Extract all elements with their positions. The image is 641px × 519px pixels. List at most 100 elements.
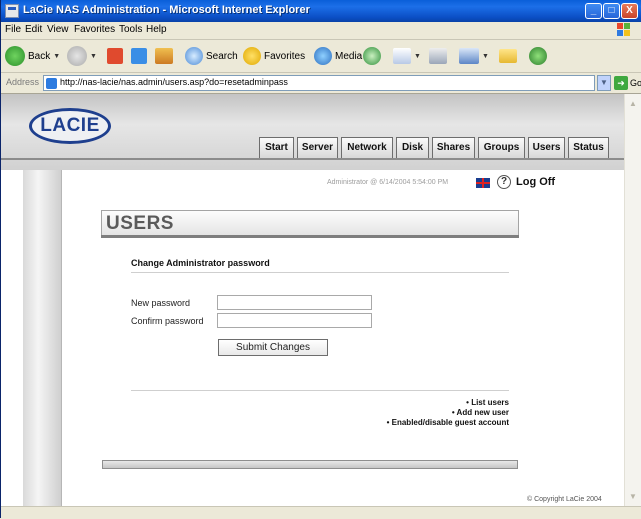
favorites-button[interactable]: Favorites	[243, 45, 305, 67]
search-button[interactable]: Search	[185, 45, 238, 67]
back-icon	[5, 46, 25, 66]
admin-status-text: Administrator @ 6/14/2004 5:54:00 PM	[327, 179, 449, 186]
help-icon[interactable]: ?	[497, 175, 511, 189]
tab-status[interactable]: Status	[568, 137, 609, 158]
log-off-link[interactable]: Log Off	[516, 176, 555, 188]
section-header: USERS	[101, 210, 519, 238]
forward-button[interactable]: ▼	[67, 45, 97, 67]
menu-help[interactable]: Help	[146, 24, 167, 35]
edit-button[interactable]: ▼	[459, 45, 489, 67]
messenger-button[interactable]	[529, 45, 547, 67]
minimize-button[interactable]: _	[585, 3, 602, 19]
maximize-button[interactable]: □	[603, 3, 620, 19]
go-button[interactable]: ➜ Go	[614, 75, 641, 91]
tab-disk[interactable]: Disk	[396, 137, 429, 158]
divider	[131, 390, 509, 391]
folder-icon	[499, 49, 517, 63]
back-button[interactable]: Back ▼	[5, 45, 60, 67]
tab-users[interactable]: Users	[528, 137, 565, 158]
ie-page-icon	[5, 4, 19, 18]
status-bar	[1, 506, 641, 519]
menu-favorites[interactable]: Favorites	[74, 24, 115, 35]
menu-edit[interactable]: Edit	[25, 24, 42, 35]
new-password-field[interactable]	[217, 295, 372, 310]
title-bar: LaCie NAS Administration - Microsoft Int…	[1, 0, 641, 22]
address-input[interactable]	[60, 77, 560, 87]
stop-button[interactable]	[107, 45, 123, 67]
page-viewport: LACIE Start Server Network Disk Shares G…	[1, 94, 624, 506]
folder-button[interactable]	[499, 45, 517, 67]
scroll-down-arrow-icon[interactable]: ▼	[626, 489, 640, 504]
media-label: Media	[335, 50, 363, 62]
go-label: Go	[630, 78, 641, 88]
edit-icon	[459, 48, 479, 64]
address-box	[43, 75, 595, 91]
scroll-up-arrow-icon[interactable]: ▲	[626, 96, 640, 111]
section-underline	[101, 235, 519, 238]
left-sidebar-strip	[23, 170, 62, 506]
submit-changes-button[interactable]: Submit Changes	[218, 339, 328, 356]
go-arrow-icon: ➜	[614, 76, 628, 90]
tab-shares[interactable]: Shares	[432, 137, 475, 158]
history-button[interactable]	[363, 45, 381, 67]
confirm-password-field[interactable]	[217, 313, 372, 328]
browser-window: LaCie NAS Administration - Microsoft Int…	[0, 0, 641, 519]
tab-groups[interactable]: Groups	[478, 137, 525, 158]
windows-logo-icon	[617, 23, 631, 37]
chevron-down-icon: ▼	[414, 52, 421, 60]
uk-flag-icon[interactable]	[476, 178, 490, 188]
confirm-password-label: Confirm password	[131, 316, 204, 326]
menu-bar: File Edit View Favorites Tools Help	[1, 22, 641, 40]
favorites-label: Favorites	[264, 50, 306, 62]
media-icon	[314, 47, 332, 65]
favorites-icon	[243, 47, 261, 65]
tab-network[interactable]: Network	[341, 137, 393, 158]
site-header: LACIE Start Server Network Disk Shares G…	[1, 94, 624, 170]
guest-account-link[interactable]: • Enabled/disable guest account	[301, 418, 509, 428]
tabs-divider	[1, 158, 624, 160]
menu-tools[interactable]: Tools	[119, 24, 142, 35]
address-dropdown-button[interactable]: ▼	[597, 75, 611, 91]
window-title: LaCie NAS Administration - Microsoft Int…	[23, 4, 310, 16]
menu-file[interactable]: File	[5, 24, 21, 35]
new-password-label: New password	[131, 298, 191, 308]
close-button[interactable]: X	[621, 3, 638, 19]
page-icon	[46, 78, 57, 89]
refresh-button[interactable]	[131, 45, 147, 67]
logo-text: LACIE	[40, 115, 100, 136]
tab-start[interactable]: Start	[259, 137, 294, 158]
search-icon	[185, 47, 203, 65]
footer-bar	[102, 460, 518, 469]
address-bar: Address ▼ ➜ Go	[1, 73, 641, 94]
search-label: Search	[206, 50, 238, 62]
menu-view[interactable]: View	[47, 24, 69, 35]
forward-icon	[67, 46, 87, 66]
print-icon	[429, 48, 447, 64]
vertical-scrollbar[interactable]: ▲ ▼	[624, 94, 641, 506]
chevron-down-icon: ▼	[482, 52, 489, 60]
divider	[131, 272, 509, 273]
form-heading: Change Administrator password	[131, 258, 270, 268]
tab-server[interactable]: Server	[297, 137, 338, 158]
add-new-user-link[interactable]: • Add new user	[301, 408, 509, 418]
history-icon	[363, 47, 381, 65]
print-button[interactable]	[429, 45, 447, 67]
mail-button[interactable]: ▼	[393, 45, 421, 67]
chevron-down-icon: ▼	[90, 52, 97, 60]
page-title: USERS	[106, 213, 174, 234]
media-button[interactable]: Media	[314, 45, 362, 67]
messenger-icon	[529, 47, 547, 65]
lacie-logo: LACIE	[29, 108, 111, 144]
home-icon	[155, 48, 173, 64]
list-users-link[interactable]: • List users	[301, 398, 509, 408]
refresh-icon	[131, 48, 147, 64]
copyright-text: © Copyright LaCie 2004	[527, 496, 602, 503]
toolbar: Back ▼ ▼ Search Favorites Media ▼ ▼	[1, 40, 641, 73]
stop-icon	[107, 48, 123, 64]
address-label: Address	[6, 77, 40, 87]
back-label: Back	[28, 50, 51, 62]
mail-icon	[393, 48, 411, 64]
chevron-down-icon: ▼	[53, 52, 61, 60]
user-links: • List users • Add new user • Enabled/di…	[301, 398, 509, 428]
home-button[interactable]	[155, 45, 173, 67]
